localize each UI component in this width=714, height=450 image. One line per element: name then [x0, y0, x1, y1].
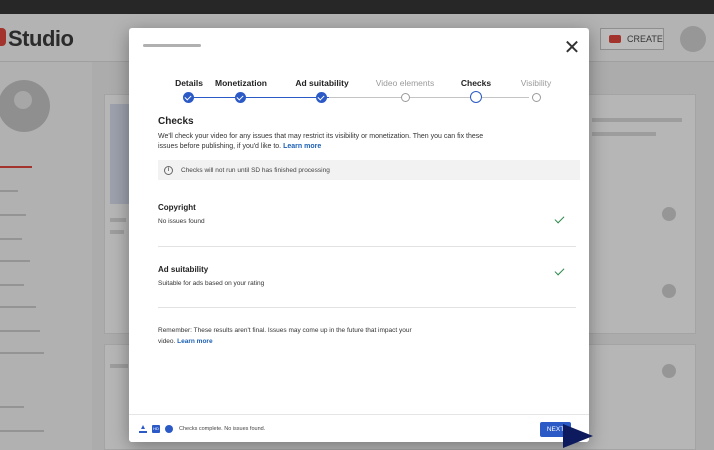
check-ad-suitability: Ad suitability Suitable for ads based on… [158, 265, 576, 305]
check-copyright: Copyright No issues found [158, 203, 576, 243]
dialog-footer: HD Checks complete. No issues found. NEX… [129, 414, 589, 442]
upload-stepper: Details Monetization Ad suitability Vide… [149, 78, 569, 108]
intro-learn-more-link[interactable]: Learn more [283, 143, 321, 150]
divider [158, 246, 576, 247]
section-title: Checks [158, 116, 194, 127]
check-status: Suitable for ads based on your rating [158, 280, 265, 287]
hd-icon: HD [152, 425, 160, 433]
check-title: Copyright [158, 203, 196, 212]
step-video-elements[interactable]: Video elements [365, 78, 445, 102]
step-pending-circle-icon [531, 93, 541, 102]
remember-learn-more-link[interactable]: Learn more [177, 338, 212, 345]
step-complete-check-icon [183, 92, 194, 103]
step-label: Video elements [375, 78, 435, 88]
check-title: Ad suitability [158, 265, 209, 274]
footer-status: Checks complete. No issues found. [179, 426, 266, 432]
step-complete-check-icon [235, 92, 246, 103]
step-ad-suitability[interactable]: Ad suitability [282, 78, 362, 103]
step-pending-circle-icon [400, 93, 410, 102]
upload-icon [139, 425, 147, 433]
upload-dialog: ✕ Details Monetization Ad suitability Vi… [129, 28, 589, 442]
stepper-track-complete [189, 97, 329, 98]
step-visibility[interactable]: Visibility [496, 78, 576, 102]
divider [158, 307, 576, 308]
close-icon[interactable]: ✕ [561, 37, 583, 59]
notice-text: Checks will not run until SD has finishe… [181, 166, 330, 174]
checks-intro: We'll check your video for any issues th… [158, 132, 488, 152]
processing-notice: i Checks will not run until SD has finis… [158, 160, 580, 180]
step-label: Visibility [520, 78, 552, 88]
step-label: Monetization [215, 78, 267, 88]
pointer-arrow-icon [563, 424, 593, 448]
remember-note: Remember: These results aren't final. Is… [158, 325, 418, 347]
step-current-circle-icon [470, 91, 482, 103]
step-monetization[interactable]: Monetization [201, 78, 281, 103]
dialog-title-placeholder [143, 44, 201, 47]
check-status: No issues found [158, 218, 205, 225]
stepper-track [329, 97, 529, 98]
info-icon: i [164, 165, 173, 175]
step-complete-check-icon [316, 92, 327, 103]
check-circle-icon [165, 425, 173, 433]
step-label: Ad suitability [295, 78, 349, 88]
